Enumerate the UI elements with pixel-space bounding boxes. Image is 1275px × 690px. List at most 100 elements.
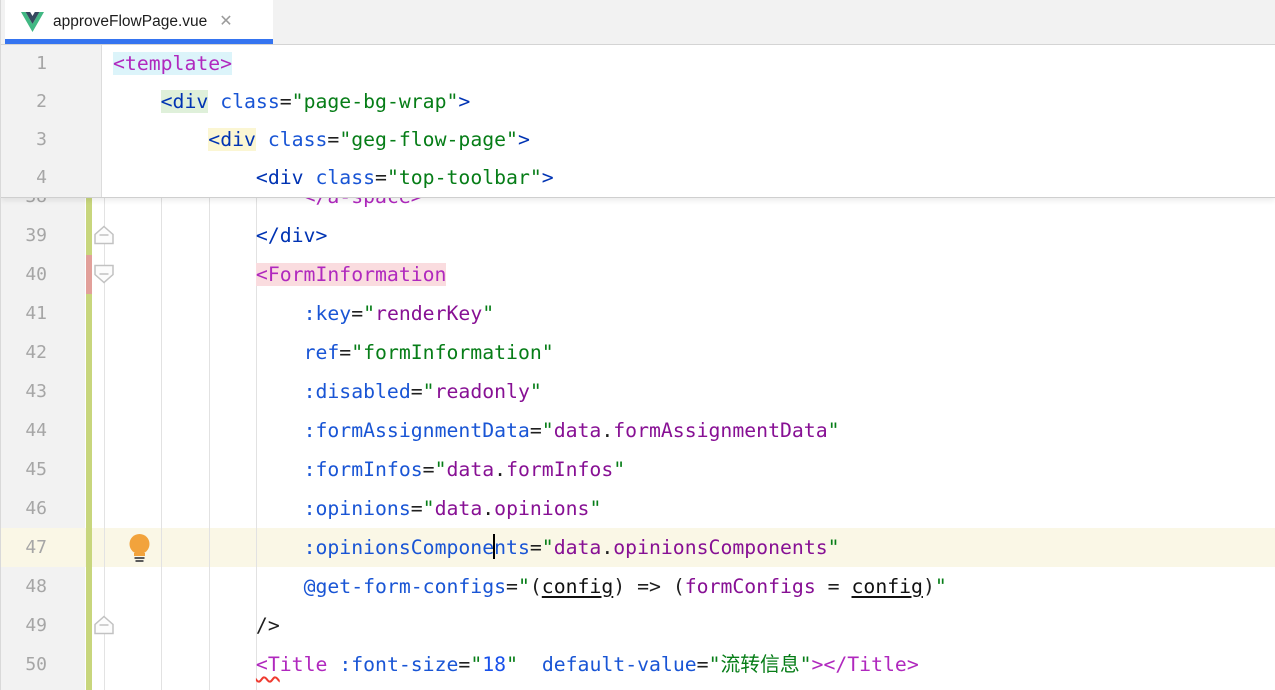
code-line[interactable]: 49 />: [1, 606, 1275, 645]
code-token: "top-toolbar": [387, 166, 542, 189]
line-number[interactable]: 44: [1, 411, 47, 450]
code-token: <div: [256, 166, 304, 189]
code-line[interactable]: 40 <FormInformation: [1, 255, 1275, 294]
code-token: 18: [482, 653, 506, 676]
code-token: <div: [208, 128, 256, 151]
code-token: opinionsComponents: [613, 536, 827, 559]
code-token: :disabled: [304, 380, 411, 403]
code-token: opinions: [494, 497, 589, 520]
code-line[interactable]: 42 ref="formInformation": [1, 333, 1275, 372]
line-number[interactable]: 38: [1, 198, 47, 216]
code-token: "geg-flow-page": [339, 128, 518, 151]
code-token: ": [530, 380, 542, 403]
line-number[interactable]: 3: [1, 121, 47, 159]
vue-logo-icon: [21, 12, 44, 32]
line-number[interactable]: 46: [1, 489, 47, 528]
code-line[interactable]: 44 :formAssignmentData="data.formAssignm…: [1, 411, 1275, 450]
code-token: ): [923, 575, 935, 598]
line-number[interactable]: 50: [1, 645, 47, 684]
line-number[interactable]: 45: [1, 450, 47, 489]
code-token: </Title>: [823, 653, 918, 676]
code-token: itle: [280, 653, 328, 676]
code-token: ": [542, 419, 554, 442]
code-token: .: [601, 536, 613, 559]
code-token: [113, 458, 304, 481]
code-text: :formAssignmentData="data.formAssignment…: [113, 411, 840, 450]
line-number[interactable]: 2: [1, 83, 47, 121]
code-line[interactable]: 3 <div class="geg-flow-page">: [1, 121, 1275, 159]
close-icon[interactable]: ✕: [219, 14, 232, 30]
code-line[interactable]: 39 </div>: [1, 216, 1275, 255]
code-token: =: [411, 380, 423, 403]
code-text: :opinionsComponents="data.opinionsCompon…: [113, 528, 840, 567]
code-line[interactable]: 45 :formInfos="data.formInfos": [1, 450, 1275, 489]
line-number[interactable]: 47: [1, 528, 47, 567]
code-token: >: [518, 128, 530, 151]
line-number[interactable]: 49: [1, 606, 47, 645]
code-token: @get-form-configs: [304, 575, 506, 598]
code-token: [113, 224, 256, 247]
code-token: .: [482, 497, 494, 520]
code-token: [327, 653, 339, 676]
code-line[interactable]: 46 :opinions="data.opinions": [1, 489, 1275, 528]
code-token: .: [494, 458, 506, 481]
code-token: =: [697, 653, 709, 676]
code-line[interactable]: 38 </a-space>: [1, 198, 1275, 216]
code-line[interactable]: 2 <div class="page-bg-wrap">: [1, 83, 1275, 121]
line-number[interactable]: 4: [1, 159, 47, 197]
fold-collapse-icon[interactable]: [93, 615, 115, 635]
code-token: <T: [256, 653, 280, 676]
fold-collapse-icon[interactable]: [93, 264, 115, 284]
code-text: <div class="page-bg-wrap">: [113, 83, 470, 121]
code-token: ": [423, 380, 435, 403]
code-token: ": [542, 536, 554, 559]
code-text: <FormInformation: [113, 255, 446, 294]
code-token: [113, 653, 256, 676]
code-token: class: [220, 90, 280, 113]
code-token: ": [482, 302, 494, 325]
code-line[interactable]: 4 <div class="top-toolbar">: [1, 159, 1275, 197]
code-line[interactable]: 43 :disabled="readonly": [1, 372, 1275, 411]
code-token: =: [351, 302, 363, 325]
code-token: :key: [304, 302, 352, 325]
code-token: class: [268, 128, 328, 151]
editor-tab-approveflowpage[interactable]: approveFlowPage.vue ✕: [5, 0, 273, 44]
lightbulb-icon[interactable]: [126, 533, 153, 563]
line-number[interactable]: 48: [1, 567, 47, 606]
code-token: [113, 128, 208, 151]
code-token: [113, 497, 304, 520]
code-line[interactable]: 48 @get-form-configs="(config) => (formC…: [1, 567, 1275, 606]
editor[interactable]: 38 </a-space>39 </div>40 <FormInformatio…: [1, 198, 1275, 690]
code-line[interactable]: 47 :opinionsComponents="data.opinionsCom…: [1, 528, 1275, 567]
line-number[interactable]: 40: [1, 255, 47, 294]
code-line[interactable]: 41 :key="renderKey": [1, 294, 1275, 333]
code-token: [208, 90, 220, 113]
code-token: :opinionsCompone: [304, 536, 495, 559]
code-text: ref="formInformation": [113, 333, 554, 372]
code-token: ": [828, 419, 840, 442]
code-token: <template>: [113, 52, 232, 75]
code-token: [113, 263, 256, 286]
line-number[interactable]: 42: [1, 333, 47, 372]
line-number[interactable]: 1: [1, 45, 47, 83]
code-line[interactable]: 50 <Title :font-size="18" default-value=…: [1, 645, 1275, 684]
line-number[interactable]: 39: [1, 216, 47, 255]
code-text: @get-form-configs="(config) => (formConf…: [113, 567, 947, 606]
code-token: ": [613, 458, 625, 481]
line-number[interactable]: 41: [1, 294, 47, 333]
code-token: data: [435, 497, 483, 520]
code-token: :formInfos: [304, 458, 423, 481]
code-token: ": [518, 575, 530, 598]
fold-collapse-icon[interactable]: [93, 225, 115, 245]
code-text: <div class="top-toolbar">: [113, 159, 554, 197]
code-line[interactable]: 1 <template>: [1, 45, 1275, 83]
code-token: renderKey: [375, 302, 482, 325]
code-token: =: [530, 536, 542, 559]
code-token: <FormInformation: [256, 263, 447, 286]
code-token: [113, 302, 304, 325]
code-text: <Title :font-size="18" default-value="流转…: [113, 645, 919, 684]
code-token: =: [375, 166, 387, 189]
line-number[interactable]: 43: [1, 372, 47, 411]
code-token: [113, 614, 256, 637]
code-token: (: [530, 575, 542, 598]
